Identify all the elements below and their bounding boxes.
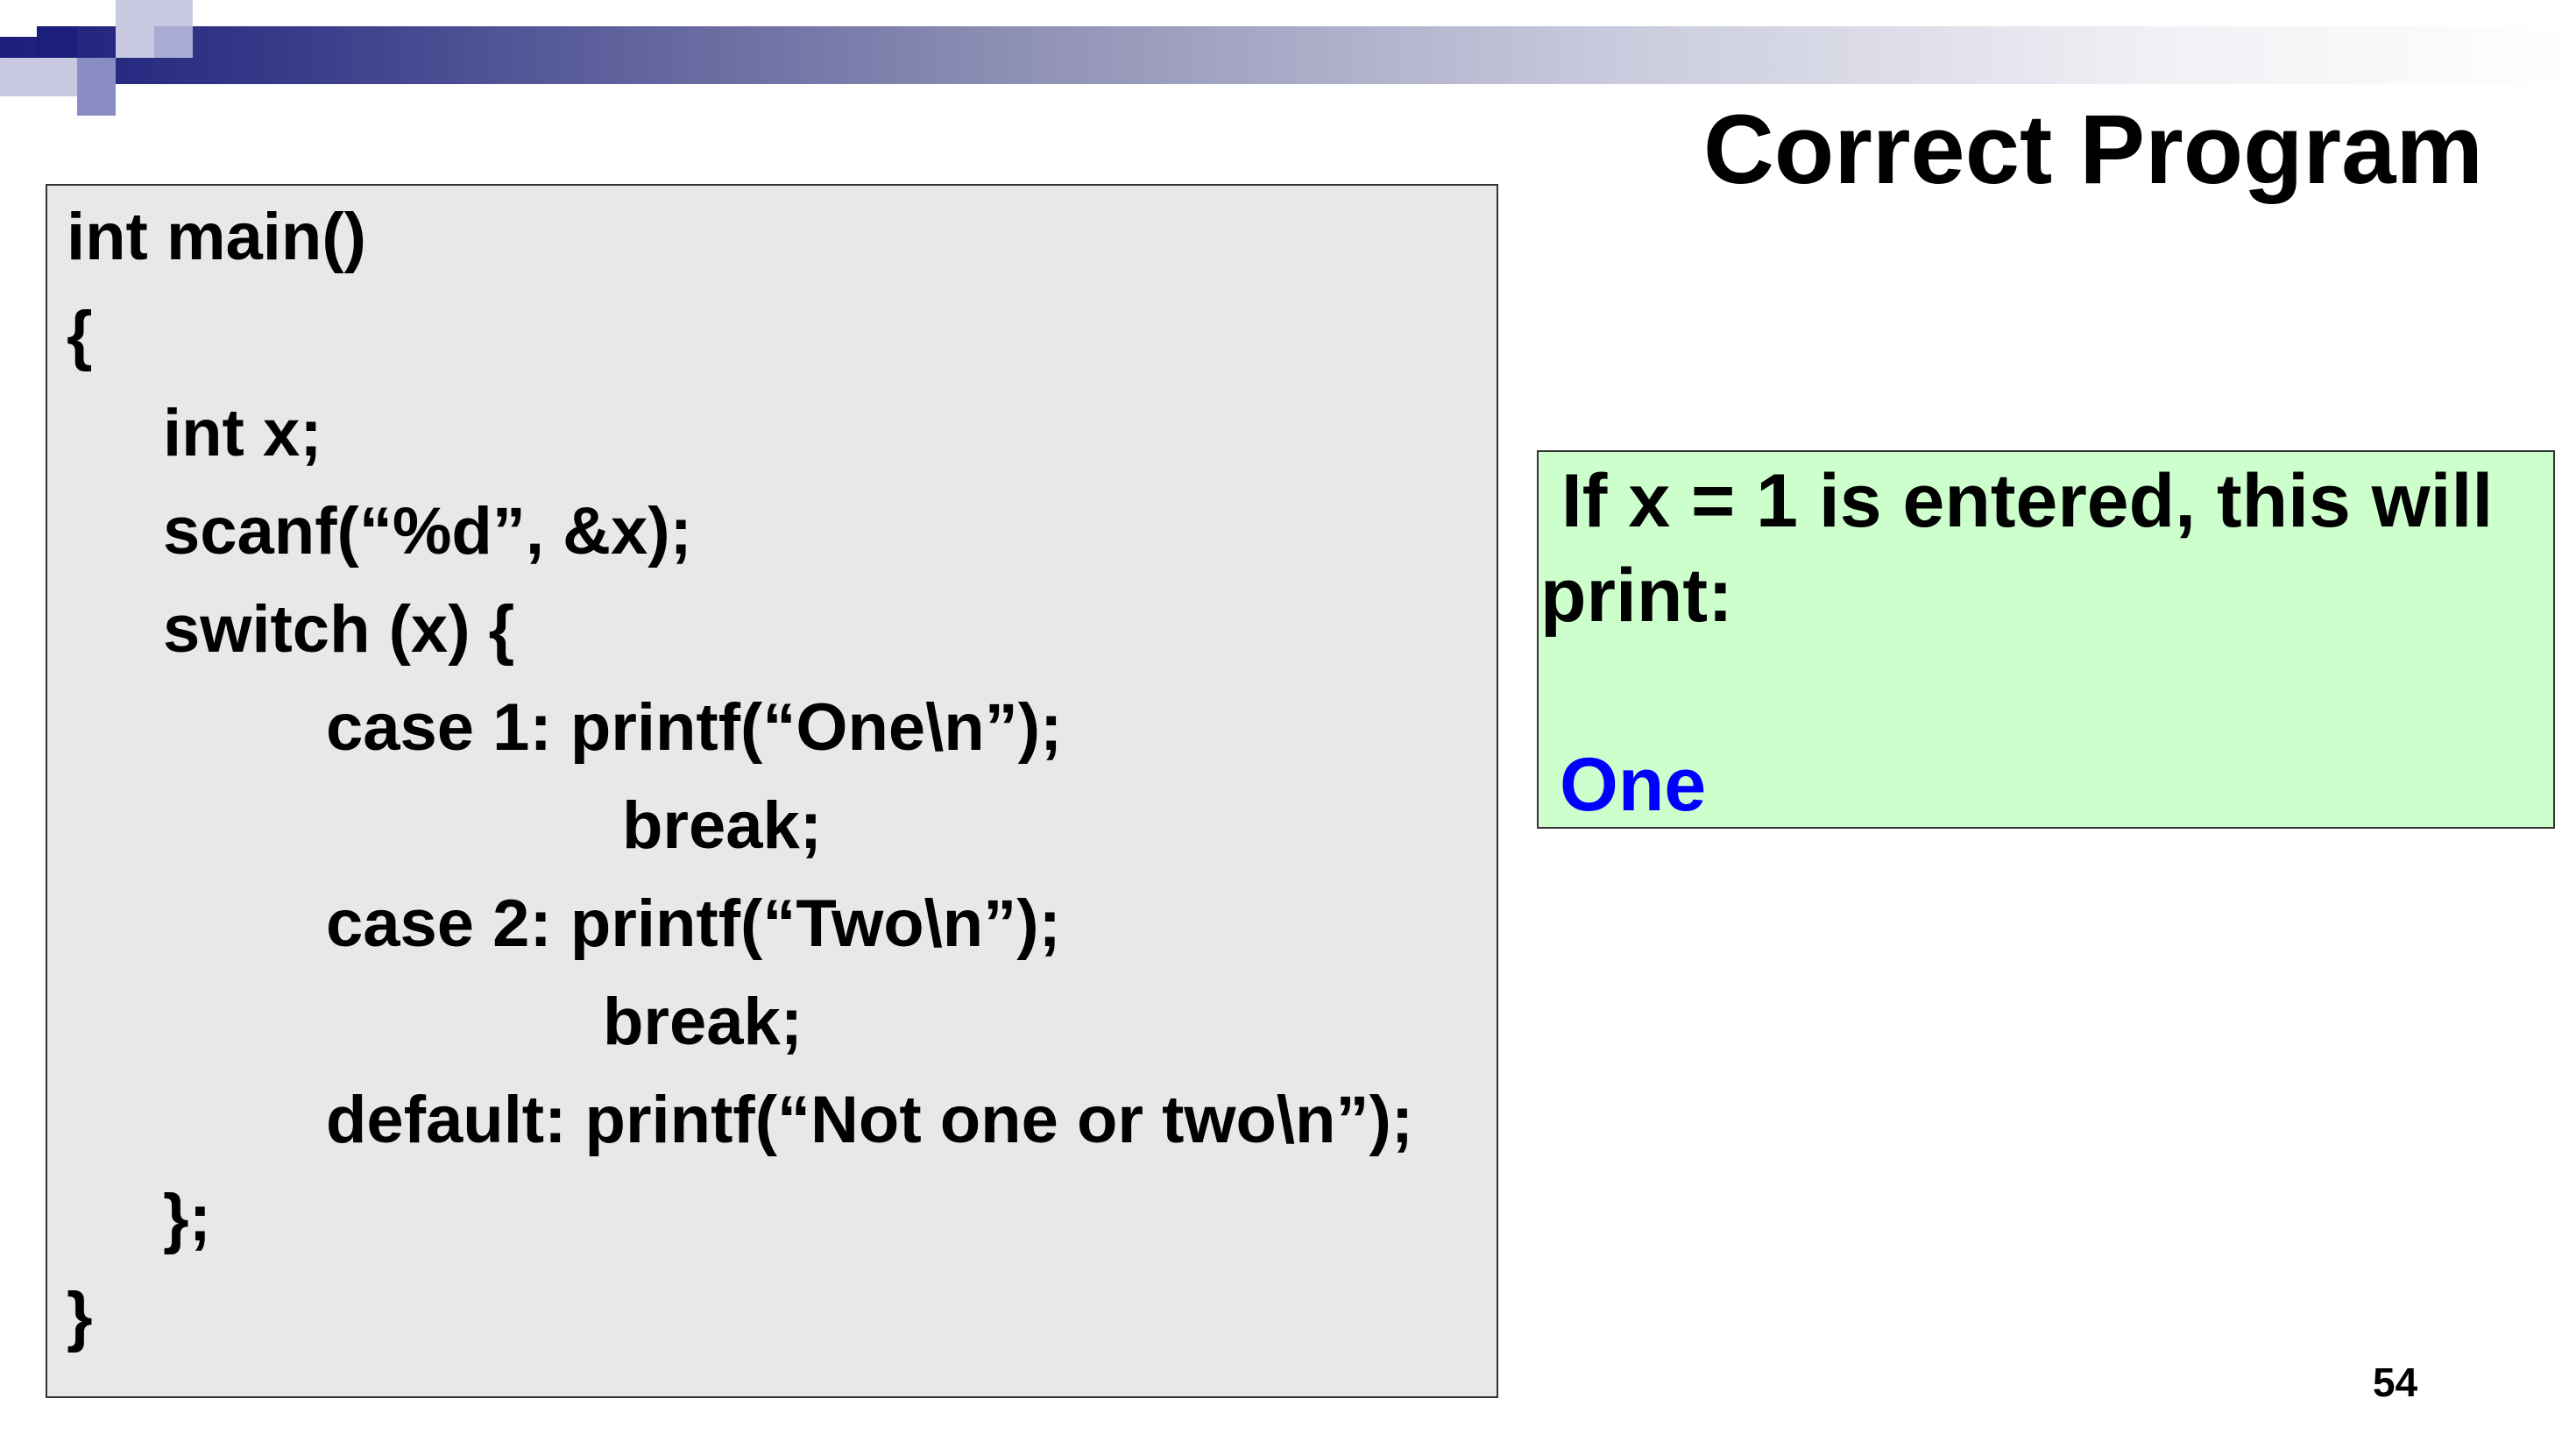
output-explanation-box: If x = 1 is entered, this will print: On… (1537, 450, 2555, 829)
output-description-line: If x = 1 is entered, this will (1540, 459, 2494, 543)
code-line: { (67, 298, 93, 372)
output-description-line: print: (1540, 554, 1733, 638)
code-block: int main() { int x; scanf(“%d”, &x); swi… (46, 184, 1498, 1398)
logo-square (77, 96, 116, 116)
code-line: scanf(“%d”, &x); (163, 494, 692, 569)
logo-square (77, 58, 116, 96)
logo-square (37, 26, 77, 58)
code-line: switch (x) { (163, 592, 515, 667)
page-number: 54 (2373, 1360, 2418, 1405)
code-line: break; (603, 985, 803, 1059)
logo-square (0, 58, 77, 96)
code-line: default: printf(“Not one or two\n”); (326, 1083, 1414, 1157)
code-line: }; (163, 1181, 211, 1255)
slide-title: Correct Program (1702, 95, 2483, 204)
logo-square (0, 0, 37, 37)
output-result: One (1560, 743, 1707, 827)
code-line: break; (622, 788, 823, 863)
logo-square (154, 26, 193, 58)
header-gradient-bar (0, 26, 2576, 84)
code-line: case 1: printf(“One\n”); (326, 690, 1063, 765)
code-line: int x; (163, 396, 322, 470)
code-line: case 2: printf(“Two\n”); (326, 886, 1061, 961)
code-line: int main() (67, 200, 366, 274)
code-line: } (67, 1279, 93, 1353)
